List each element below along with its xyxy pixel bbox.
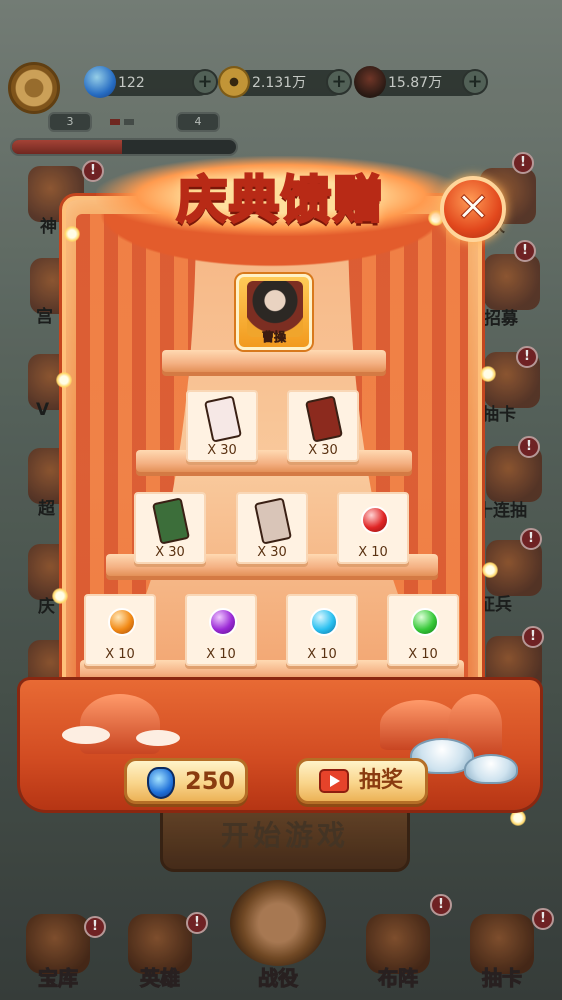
reward-item[interactable]: X 10 xyxy=(387,594,459,666)
hero-fragment-icon xyxy=(304,395,344,443)
reward-qty: X 30 xyxy=(207,443,237,458)
reward-qty: X 30 xyxy=(155,545,185,560)
blue-orb-icon xyxy=(310,608,338,636)
gem-cost-button[interactable]: 250 xyxy=(124,758,248,804)
draw-button[interactable]: 抽奖 xyxy=(296,758,428,804)
gem-icon xyxy=(147,767,175,799)
shelf xyxy=(136,450,412,472)
reward-qty: X 10 xyxy=(206,647,236,662)
draw-label: 抽奖 xyxy=(359,768,404,793)
decor-cloud xyxy=(62,726,110,744)
silver-ingot-icon xyxy=(464,754,518,784)
reward-item[interactable]: X 30 xyxy=(236,492,308,564)
reward-qty: X 30 xyxy=(308,443,338,458)
hero-fragment-icon xyxy=(253,497,293,545)
celebration-gift-modal: 庆典馈赠 ✕ 曹操 X 30 X 30 X 30 X 30 X 10 X 10 … xyxy=(0,0,562,1000)
shelf xyxy=(162,350,386,372)
decor-cloud xyxy=(136,730,180,746)
decor-light xyxy=(52,588,68,604)
red-orb-icon xyxy=(361,506,389,534)
reward-item[interactable]: X 30 xyxy=(134,492,206,564)
close-icon: ✕ xyxy=(456,185,491,232)
gem-cost: 250 xyxy=(185,767,236,795)
decor-light xyxy=(510,810,526,826)
hero-fragment-icon xyxy=(203,395,243,443)
green-orb-icon xyxy=(411,608,439,636)
decor-light xyxy=(480,366,496,382)
decor-light xyxy=(56,372,72,388)
hero-fragment-icon xyxy=(151,497,191,545)
reward-item[interactable]: X 10 xyxy=(185,594,257,666)
modal-title: 庆典馈赠 xyxy=(176,170,385,231)
reward-item[interactable]: X 10 xyxy=(337,492,409,564)
decor-light xyxy=(64,226,80,242)
reward-qty: X 30 xyxy=(257,545,287,560)
reward-qty: X 10 xyxy=(307,647,337,662)
reward-qty: X 10 xyxy=(105,647,135,662)
reward-item[interactable]: X 30 xyxy=(287,390,359,462)
reward-item[interactable]: X 10 xyxy=(286,594,358,666)
close-button[interactable]: ✕ xyxy=(440,176,506,242)
reward-item[interactable]: X 30 xyxy=(186,390,258,462)
orange-orb-icon xyxy=(108,608,136,636)
reward-qty: X 10 xyxy=(358,545,388,560)
reward-qty: X 10 xyxy=(408,647,438,662)
purple-orb-icon xyxy=(209,608,237,636)
hero-reward-card[interactable]: 曹操 xyxy=(236,274,312,350)
decor-light xyxy=(482,562,498,578)
hero-name: 曹操 xyxy=(261,330,287,345)
video-ad-icon xyxy=(319,769,349,793)
reward-item[interactable]: X 10 xyxy=(84,594,156,666)
modal-title-plate: 庆典馈赠 xyxy=(96,150,466,238)
